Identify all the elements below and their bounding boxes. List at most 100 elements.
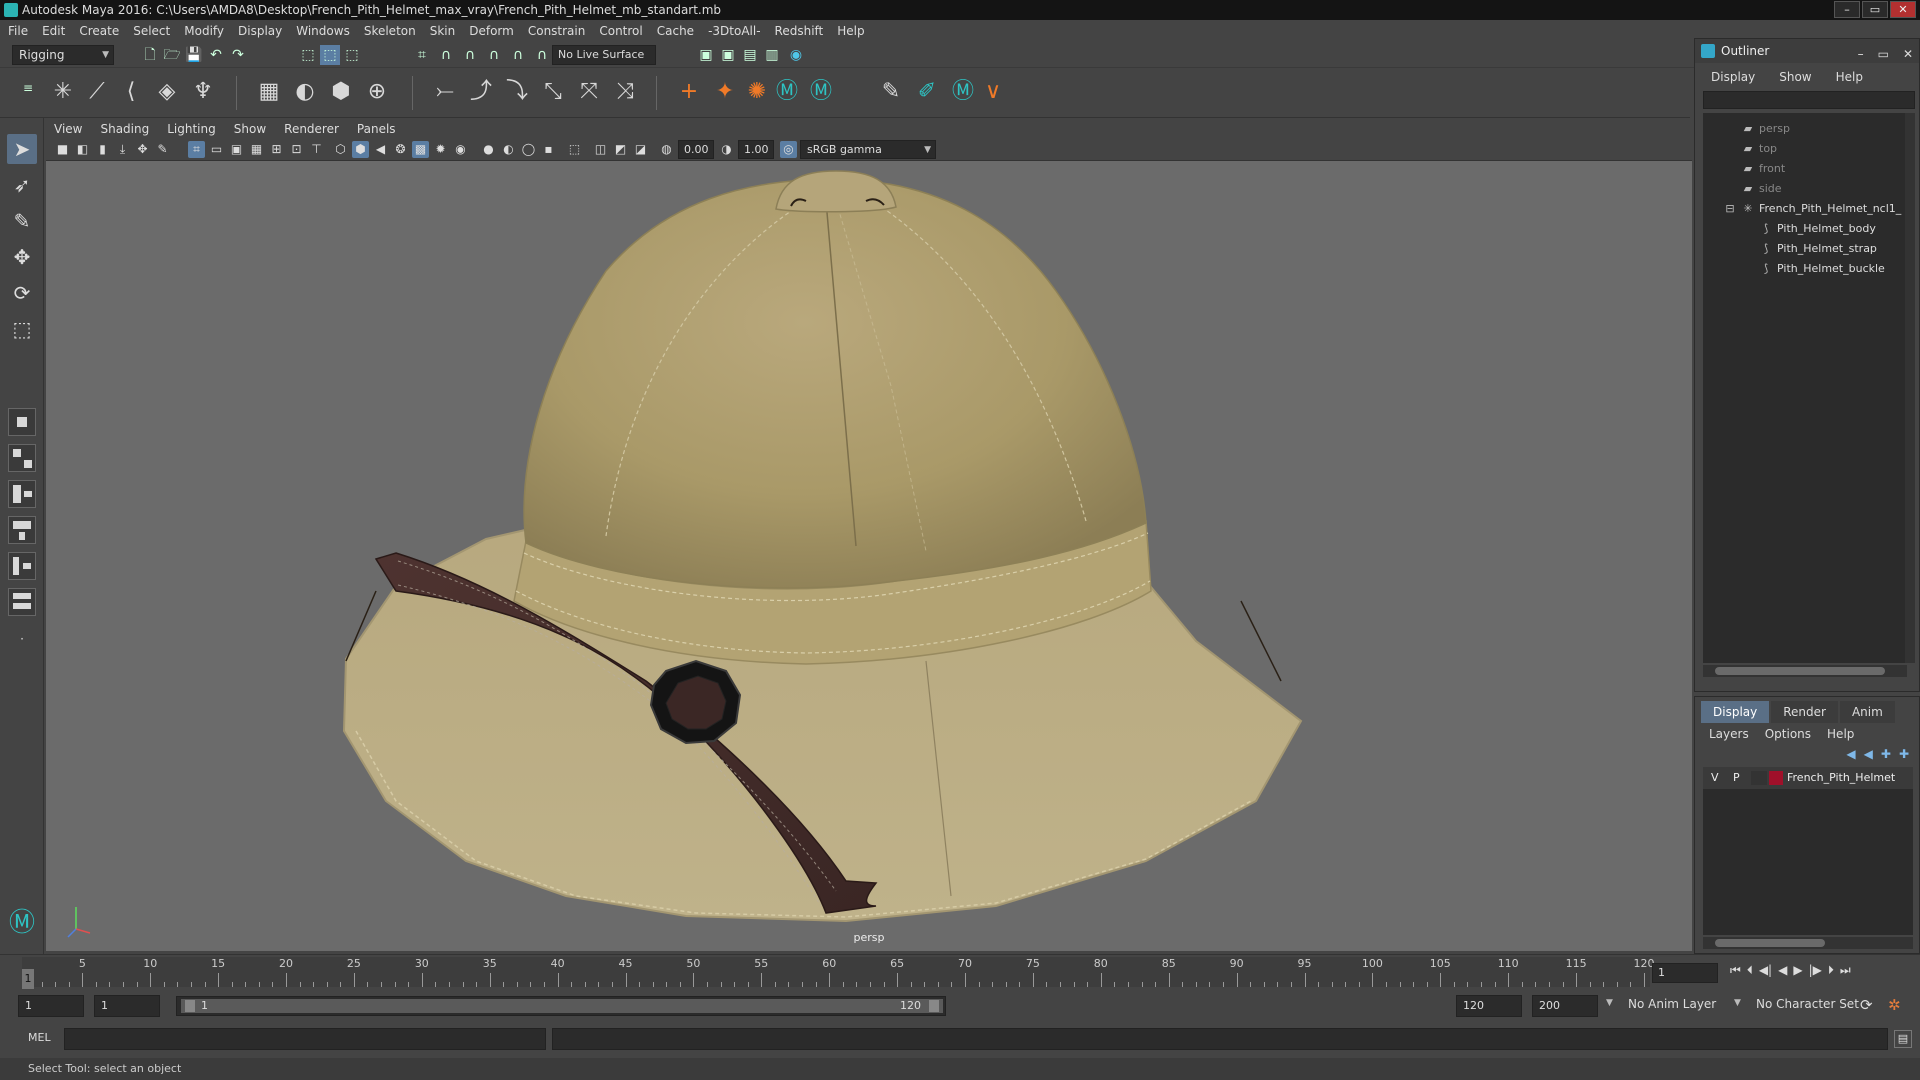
ipr-render-icon[interactable]: ▣ [718, 45, 738, 65]
hypershade-icon[interactable]: ▥ [762, 45, 782, 65]
tab-render[interactable]: Render [1771, 701, 1838, 723]
new-empty-layer-icon[interactable]: ✚ [1881, 747, 1891, 761]
image-plane-icon[interactable]: ⤓ [114, 141, 131, 158]
select-object-icon[interactable]: ⬚ [320, 45, 340, 65]
live-surface-field[interactable]: No Live Surface [552, 45, 656, 65]
new-scene-icon[interactable]: 🗋 [140, 45, 160, 65]
layer-type-toggle[interactable] [1751, 771, 1767, 785]
lasso-tool-icon[interactable]: ➶ [7, 170, 37, 200]
camera-select-icon[interactable]: ■ [54, 141, 71, 158]
step-back-key-icon[interactable]: ⏴ [1747, 963, 1753, 978]
play-backwards-icon[interactable]: ◀ [1778, 963, 1787, 978]
menu-redshift[interactable]: Redshift [775, 24, 824, 38]
outliner-item-body[interactable]: ⟆ Pith_Helmet_body [1759, 219, 1876, 239]
tab-display[interactable]: Display [1701, 701, 1770, 723]
menu-create[interactable]: Create [79, 24, 119, 38]
camera-attributes-icon[interactable]: ◧ [74, 141, 91, 158]
layer-visibility-toggle[interactable]: V [1711, 767, 1719, 789]
menu-edit[interactable]: Edit [42, 24, 65, 38]
tab-anim[interactable]: Anim [1839, 701, 1895, 723]
layer-menu-help[interactable]: Help [1827, 727, 1854, 741]
outliner-item-front[interactable]: ▰ front [1741, 159, 1785, 179]
gamma-field[interactable]: 1.00 [738, 140, 774, 159]
resolution-gate-icon[interactable]: ▣ [228, 141, 245, 158]
layer-row[interactable]: V P French_Pith_Helmet [1703, 767, 1913, 789]
menu-modify[interactable]: Modify [184, 24, 224, 38]
sculpt-deformer-icon[interactable]: ⊕ [362, 77, 392, 107]
time-slider-track[interactable]: 5 10 15 20 25 30 35 40 45 50 55 60 65 70 75 80 85 90 95 100… [22, 957, 1655, 989]
menu-constrain[interactable]: Constrain [528, 24, 586, 38]
xray-icon[interactable]: ◫ [592, 141, 609, 158]
perspective-viewport[interactable]: persp [46, 161, 1692, 951]
wireframe-icon[interactable]: ⬡ [332, 141, 349, 158]
two-pane-side-layout-button[interactable] [8, 480, 36, 508]
render-view-icon[interactable]: ◉ [786, 45, 806, 65]
outliner-item-side[interactable]: ▰ side [1741, 179, 1782, 199]
outliner-item-top[interactable]: ▰ top [1741, 139, 1777, 159]
use-default-material-icon[interactable]: ◀ [372, 141, 389, 158]
save-scene-icon[interactable]: 💾 [184, 45, 204, 65]
menu-3dtoall[interactable]: -3DtoAll- [708, 24, 760, 38]
make-live-icon[interactable]: ∩ [508, 45, 528, 65]
step-forward-frame-icon[interactable]: |▶ [1809, 963, 1822, 978]
four-view-layout-button[interactable] [8, 444, 36, 472]
maya-plugin-a-icon[interactable]: Ⓜ [772, 77, 802, 107]
layer-horizontal-scrollbar[interactable] [1703, 937, 1913, 949]
shadows-icon[interactable]: ◉ [452, 141, 469, 158]
maximize-button[interactable]: ▭ [1862, 1, 1888, 18]
close-button[interactable]: ✕ [1890, 1, 1916, 18]
range-slider-thumb[interactable]: 1 120 [181, 999, 943, 1013]
scale-constraint-icon[interactable]: ⤡ [538, 77, 568, 107]
auto-key-icon[interactable]: ⟳ [1860, 996, 1873, 1014]
snap-view-plane-icon[interactable]: ∩ [484, 45, 504, 65]
menu-deform[interactable]: Deform [469, 24, 514, 38]
xray-joints-icon[interactable]: ◩ [612, 141, 629, 158]
shelf-menu-icon[interactable]: ≡ [18, 78, 38, 98]
step-forward-key-icon[interactable]: ⏵ [1828, 963, 1834, 978]
outliner-close-icon[interactable]: ✕ [1903, 42, 1913, 66]
bookmark-icon[interactable]: ▮ [94, 141, 111, 158]
hik-icon[interactable]: ✺ [742, 77, 772, 107]
snap-grid-icon[interactable]: ⌗ [412, 45, 432, 65]
open-scene-icon[interactable]: 🗁 [162, 45, 182, 65]
menu-help[interactable]: Help [837, 24, 864, 38]
play-forwards-icon[interactable]: ▶ [1793, 963, 1802, 978]
orient-constraint-icon[interactable]: ⤵ [502, 77, 532, 107]
safe-action-icon[interactable]: ⊡ [288, 141, 305, 158]
current-time-indicator[interactable]: 1 [22, 969, 34, 989]
render-frame-icon[interactable]: ▣ [696, 45, 716, 65]
outliner-item-strap[interactable]: ⟆ Pith_Helmet_strap [1759, 239, 1877, 259]
menu-file[interactable]: File [8, 24, 28, 38]
more-layouts-icon[interactable]: · [7, 624, 37, 654]
menu-skeleton[interactable]: Skeleton [364, 24, 416, 38]
animation-preferences-icon[interactable]: ✲ [1888, 996, 1901, 1014]
current-frame-field[interactable]: 1 [1652, 963, 1718, 983]
two-d-pan-icon[interactable]: ✥ [134, 141, 151, 158]
joint-tool-icon[interactable]: ✦ [710, 77, 740, 107]
viewport-menu-shading[interactable]: Shading [100, 122, 149, 136]
move-tool-icon[interactable]: ✥ [7, 242, 37, 272]
smooth-shade-icon[interactable]: ⬢ [352, 141, 369, 158]
viewport-menu-view[interactable]: View [54, 122, 82, 136]
chevron-down-icon[interactable]: ▼ [1606, 998, 1613, 1008]
range-end-handle[interactable] [929, 1000, 939, 1012]
go-to-start-icon[interactable]: ⏮ [1730, 963, 1741, 978]
scrollbar-thumb[interactable] [1715, 939, 1825, 947]
menu-cache[interactable]: Cache [657, 24, 694, 38]
exposure-icon[interactable]: ◍ [658, 141, 675, 158]
layer-playback-toggle[interactable]: P [1733, 767, 1740, 789]
outliner-item-buckle[interactable]: ⟆ Pith_Helmet_buckle [1759, 259, 1885, 279]
animation-end-field[interactable]: 200 [1532, 995, 1598, 1017]
layer-menu-options[interactable]: Options [1765, 727, 1811, 741]
color-management-icon[interactable]: ◎ [780, 141, 797, 158]
script-editor-icon[interactable]: ▤ [1894, 1030, 1912, 1048]
viewport-menu-panels[interactable]: Panels [357, 122, 396, 136]
isolate-select-icon[interactable]: ⬚ [566, 141, 583, 158]
viewport-menu-lighting[interactable]: Lighting [167, 122, 216, 136]
range-slider-bar[interactable]: 1 120 [176, 996, 946, 1016]
gate-mask-icon[interactable]: ▦ [248, 141, 265, 158]
motion-blur-icon[interactable]: ◐ [500, 141, 517, 158]
menu-display[interactable]: Display [238, 24, 282, 38]
depth-of-field-icon[interactable]: ▪ [540, 141, 557, 158]
maya-plugin-b-icon[interactable]: Ⓜ [806, 77, 836, 107]
